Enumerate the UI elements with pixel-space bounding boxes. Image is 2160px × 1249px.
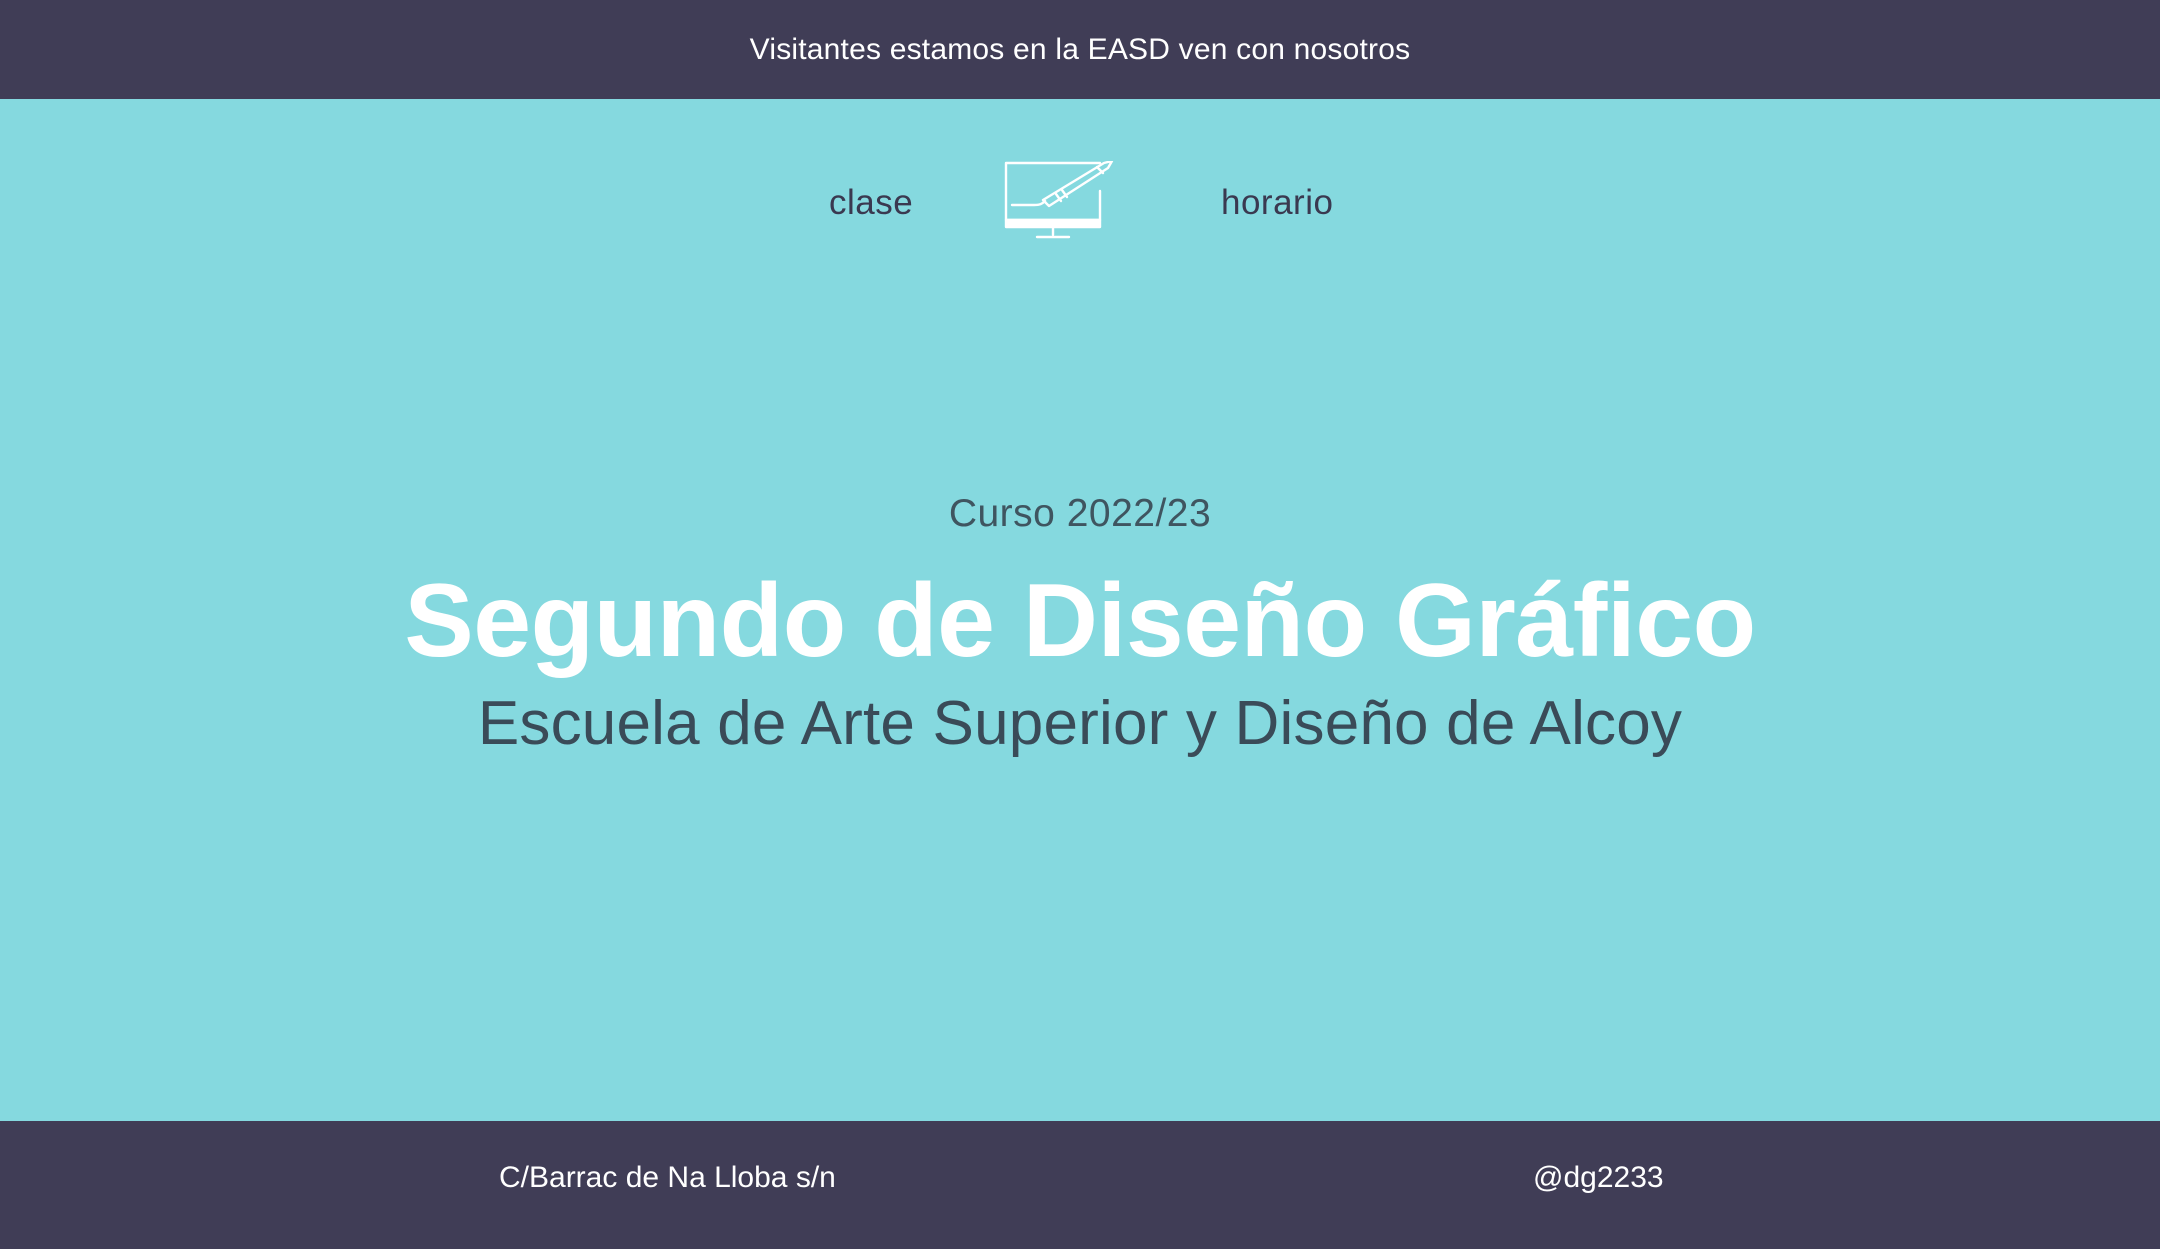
footer-address: C/Barrac de Na Lloba s/n bbox=[499, 1161, 836, 1194]
nav-link-horario[interactable]: horario bbox=[1221, 183, 1333, 223]
footer: C/Barrac de Na Lloba s/n @dg2233 bbox=[0, 1121, 2160, 1249]
main-nav: clase horario bbox=[0, 155, 2160, 255]
announcement-bar: Visitantes estamos en la EASD ven con no… bbox=[0, 0, 2160, 99]
page: Visitantes estamos en la EASD ven con no… bbox=[0, 0, 2160, 1249]
announcement-text: Visitantes estamos en la EASD ven con no… bbox=[749, 32, 1411, 66]
monitor-with-pen-icon[interactable] bbox=[1004, 159, 1116, 243]
page-title: Segundo de Diseño Gráfico bbox=[404, 563, 1756, 679]
course-year: Curso 2022/23 bbox=[948, 492, 1212, 535]
social-handle-link[interactable]: @dg2233 bbox=[1533, 1161, 1664, 1195]
school-name: Escuela de Arte Superior y Diseño de Alc… bbox=[477, 689, 1683, 758]
nav-link-clase[interactable]: clase bbox=[829, 183, 913, 223]
